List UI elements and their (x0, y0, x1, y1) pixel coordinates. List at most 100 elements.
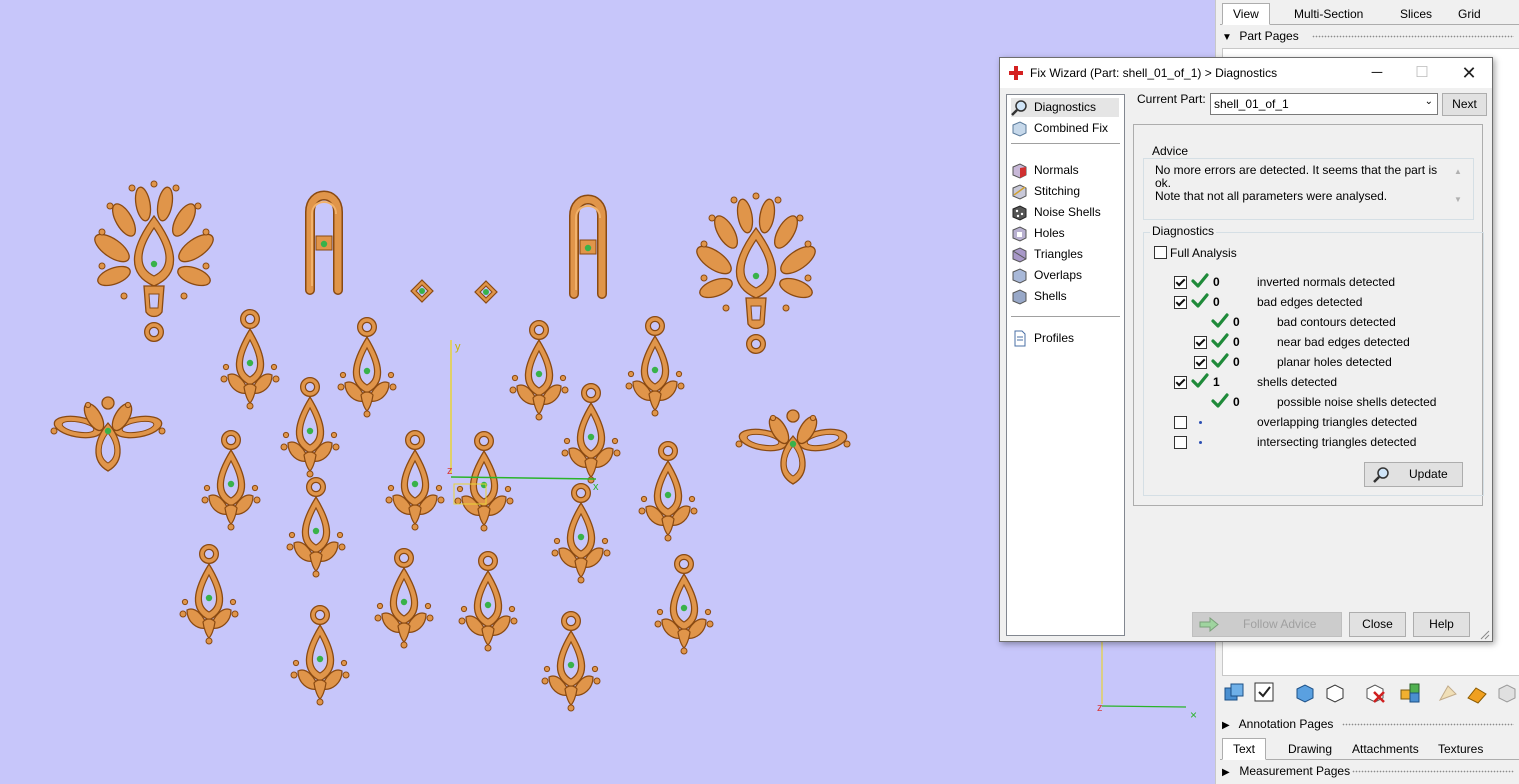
orientation-triad: z × (1097, 640, 1197, 722)
diagnostic-count: 1 (1213, 375, 1220, 389)
magnifier-icon (1373, 466, 1390, 491)
part-pages-header[interactable]: ▼ Part Pages (1222, 26, 1519, 46)
dialog-titlebar[interactable]: Fix Wizard (Part: shell_01_of_1) > Diagn… (1000, 58, 1492, 88)
next-button[interactable]: Next (1442, 93, 1487, 116)
red-cross-icon (1009, 66, 1023, 80)
diagnostic-label: bad contours detected (1277, 315, 1396, 329)
diagnostic-label: intersecting triangles detected (1257, 435, 1417, 449)
diagnostic-count: 0 (1213, 275, 1220, 289)
paper-orange-icon[interactable] (1464, 680, 1490, 706)
help-button[interactable]: Help (1413, 612, 1470, 637)
pending-dot-icon (1199, 441, 1202, 444)
minimize-button[interactable]: ─ (1354, 58, 1400, 88)
diagnostic-checkbox[interactable] (1174, 436, 1187, 449)
magnifier-icon (1011, 99, 1028, 116)
axis-x-label: x (593, 481, 599, 493)
nav-label: Normals (1034, 163, 1079, 177)
green-check-icon (1211, 333, 1229, 349)
green-check-icon (1191, 373, 1209, 389)
measurement-pages-header[interactable]: ▶ Measurement Pages (1222, 761, 1519, 781)
diagnostic-label: overlapping triangles detected (1257, 415, 1418, 429)
diagnostic-label: bad edges detected (1257, 295, 1363, 309)
green-check-icon (1211, 313, 1229, 329)
annotation-pages-header[interactable]: ▶ Annotation Pages (1222, 714, 1519, 734)
nav-label: Combined Fix (1034, 121, 1109, 135)
tab-textures[interactable]: Textures (1428, 739, 1493, 759)
tab-grid[interactable]: Grid (1448, 4, 1491, 24)
axis-y-label: y (455, 341, 461, 353)
tab-drawing[interactable]: Drawing (1278, 739, 1342, 759)
current-part-select[interactable]: shell_01_of_1 ⌄ (1210, 93, 1438, 115)
diagnostic-count: 0 (1233, 395, 1240, 409)
measurement-pages-label: Measurement Pages (1239, 764, 1351, 778)
diagnostic-checkbox[interactable] (1174, 276, 1187, 289)
tab-text[interactable]: Text (1222, 738, 1267, 760)
resize-grip-icon[interactable] (1480, 629, 1490, 640)
svg-text:×: × (1190, 708, 1197, 722)
tab-multi-section[interactable]: Multi-Section (1284, 4, 1373, 24)
stitching-cube-icon (1011, 183, 1028, 200)
cube-wire-icon[interactable] (1322, 680, 1348, 706)
update-button[interactable]: Update (1364, 462, 1463, 487)
collapse-triangle-icon: ▼ (1222, 32, 1232, 43)
arrow-right-icon (1199, 616, 1219, 640)
profiles-document-icon (1011, 330, 1028, 347)
scroll-up-icon[interactable]: ▲ (1452, 163, 1464, 181)
overlaps-cube-icon (1011, 267, 1028, 284)
full-analysis-checkbox[interactable] (1154, 246, 1167, 259)
close-window-button[interactable]: ✕ (1446, 58, 1492, 88)
select-parts-icon[interactable] (1252, 680, 1278, 706)
update-label: Update (1409, 467, 1448, 481)
nav-label: Diagnostics (1034, 100, 1097, 114)
scroll-down-icon[interactable]: ▼ (1452, 191, 1464, 209)
annotation-tabs: Text Drawing Attachments Textures (1220, 737, 1519, 760)
annotation-pages-label: Annotation Pages (1238, 717, 1334, 731)
wizard-nav-list: Diagnostics Combined Fix Normals Stitchi… (1006, 94, 1125, 636)
holes-cube-icon (1011, 225, 1028, 242)
triangles-cube-icon (1011, 246, 1028, 263)
diagnostic-label: possible noise shells detected (1277, 395, 1437, 409)
delete-part-icon[interactable] (1362, 680, 1388, 706)
svg-text:z: z (1097, 702, 1103, 714)
advice-label: Advice (1150, 144, 1191, 158)
close-button[interactable]: Close (1349, 612, 1406, 637)
noise-shells-icon (1011, 204, 1028, 221)
tab-attachments[interactable]: Attachments (1342, 739, 1429, 759)
cube-grey-icon[interactable] (1494, 680, 1519, 706)
diagnostic-checkbox[interactable] (1174, 296, 1187, 309)
nav-label: Triangles (1034, 247, 1083, 261)
nav-label: Profiles (1034, 331, 1075, 345)
diagnostic-label: near bad edges detected (1277, 335, 1410, 349)
tab-slices[interactable]: Slices (1390, 4, 1442, 24)
drag-grip (1352, 770, 1514, 773)
view-tabs: View Multi-Section Slices Grid (1220, 2, 1519, 25)
drag-grip (1312, 35, 1514, 38)
diagnostic-count: 0 (1213, 295, 1220, 309)
green-check-icon (1211, 393, 1229, 409)
add-part-icon[interactable] (1222, 680, 1248, 706)
diagnostics-label: Diagnostics (1150, 224, 1217, 238)
cube-icon (1011, 120, 1028, 137)
nav-label: Stitching (1034, 184, 1081, 198)
multi-cube-icon[interactable] (1398, 680, 1424, 706)
nav-item-diagnostics[interactable]: Diagnostics (1011, 98, 1119, 117)
maximize-button[interactable]: ☐ (1399, 58, 1445, 88)
diagnostic-checkbox[interactable] (1174, 376, 1187, 389)
axis-z-label: z (447, 465, 453, 477)
tab-view[interactable]: View (1222, 3, 1270, 25)
advice-scrollbar[interactable]: ▲ ▼ (1452, 163, 1464, 211)
nav-label: Noise Shells (1034, 205, 1101, 219)
paper-light-icon[interactable] (1434, 680, 1460, 706)
diagnostic-count: 0 (1233, 355, 1240, 369)
current-part-label: Current Part: (1137, 92, 1206, 106)
follow-advice-label: Follow Advice (1243, 617, 1317, 631)
diagnostic-label: shells detected (1257, 375, 1338, 389)
green-check-icon (1191, 293, 1209, 309)
nav-separator (1011, 316, 1120, 317)
nav-separator (1011, 143, 1120, 144)
cube-blue-icon[interactable] (1292, 680, 1318, 706)
diagnostic-checkbox[interactable] (1194, 336, 1207, 349)
follow-advice-button[interactable]: Follow Advice (1192, 612, 1342, 637)
diagnostic-checkbox[interactable] (1174, 416, 1187, 429)
diagnostic-checkbox[interactable] (1194, 356, 1207, 369)
